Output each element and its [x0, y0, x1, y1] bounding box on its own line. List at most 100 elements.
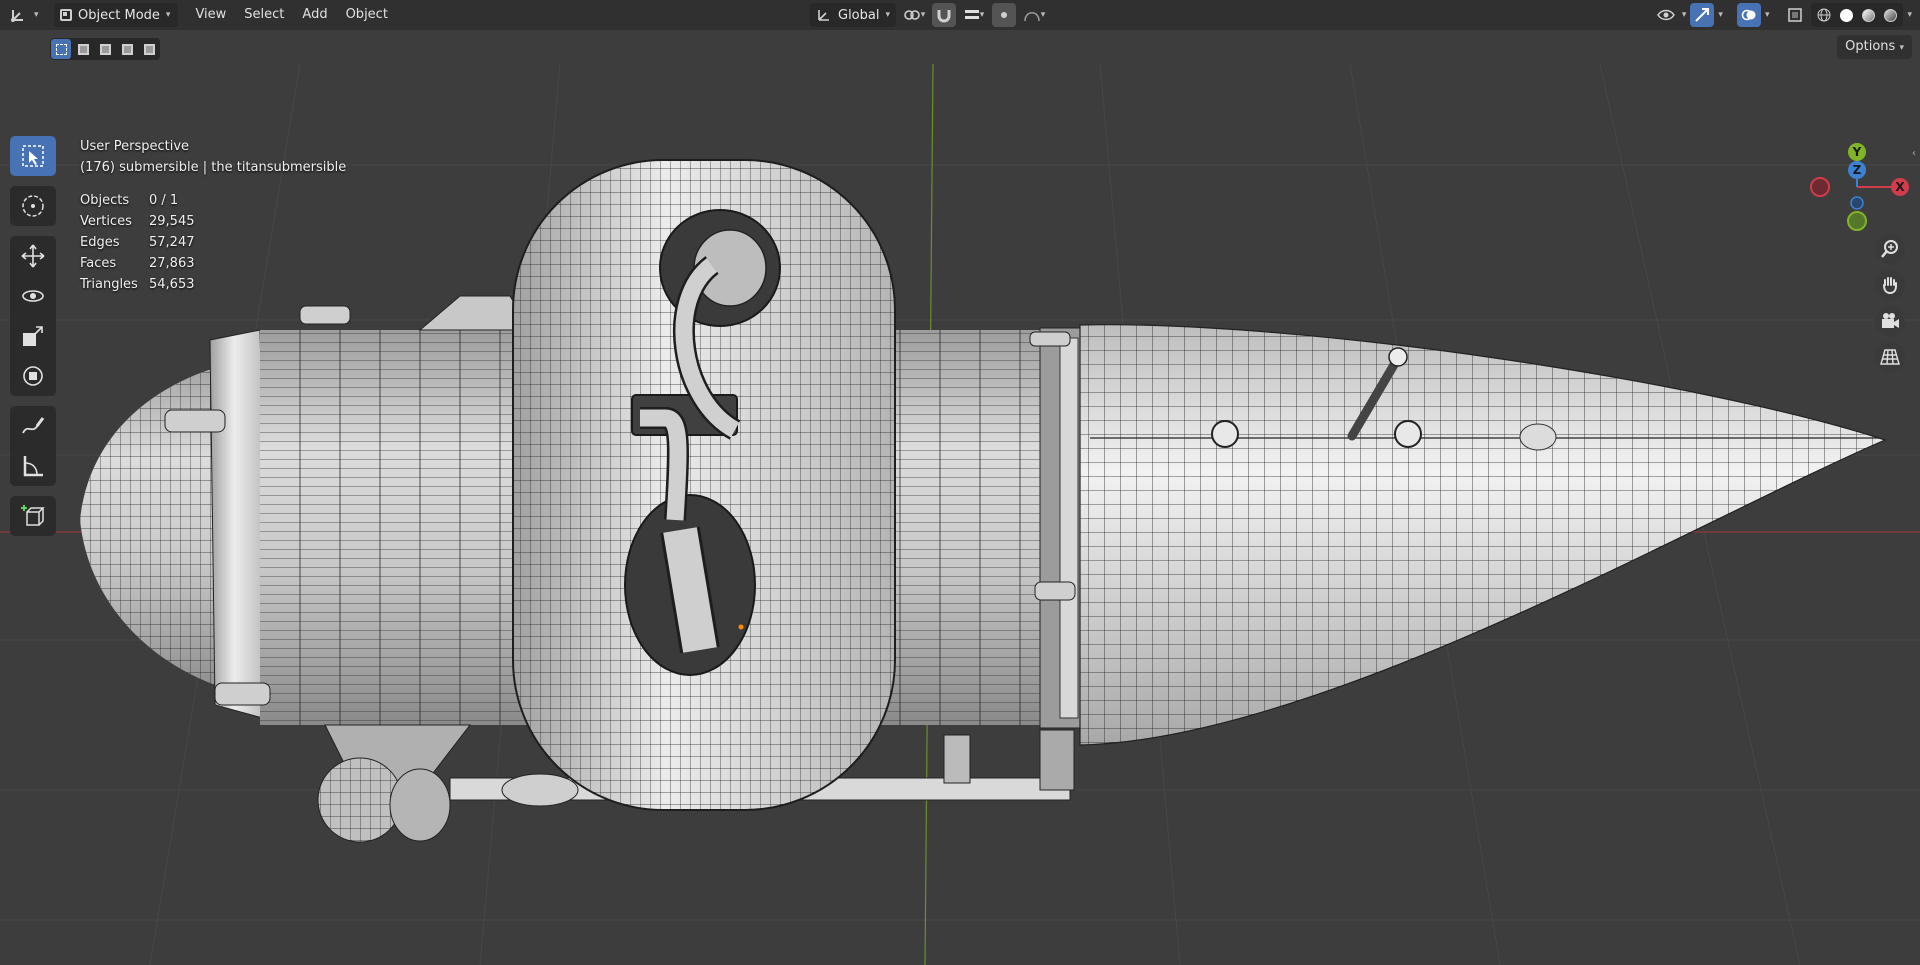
menu-select[interactable]: Select	[235, 3, 293, 27]
proportional-edit-toggle[interactable]	[992, 3, 1017, 27]
scene-statistics: Objects 0 / 1 Vertices 29,545 Edges 57,2…	[80, 190, 346, 295]
transform-icon	[23, 366, 43, 386]
solid-shading-button[interactable]	[1835, 3, 1857, 27]
cursor-tool[interactable]	[10, 186, 56, 226]
orientation-label: Global	[838, 7, 880, 23]
move-tool[interactable]	[10, 236, 56, 276]
perspective-toggle-button[interactable]	[1875, 342, 1905, 372]
measure-tool[interactable]	[10, 446, 56, 486]
navigation-gizmo[interactable]: X Y Z	[1810, 142, 1910, 232]
select-new-button[interactable]	[51, 39, 71, 59]
chevron-down-icon: ▾	[34, 10, 39, 20]
stat-value-vertices: 29,545	[149, 214, 195, 229]
annotate-tool[interactable]	[10, 406, 56, 446]
select-intersect-icon	[143, 43, 155, 55]
snap-target-dropdown[interactable]: ▾	[962, 3, 986, 27]
annotation-tools	[10, 406, 56, 486]
gizmo-neg-x-fill	[1812, 179, 1828, 195]
visibility-dropdown[interactable]	[1654, 3, 1678, 27]
solid-sphere-icon	[1839, 8, 1853, 22]
menu-view[interactable]: View	[186, 3, 235, 27]
select-extend-button[interactable]	[73, 39, 93, 59]
stat-value-edges: 57,247	[149, 235, 195, 250]
rotate-tool[interactable]	[10, 276, 56, 316]
overlays-toggle[interactable]	[1736, 3, 1761, 27]
scale-icon	[23, 326, 43, 346]
magnet-icon	[937, 10, 951, 23]
add-cube-icon	[21, 505, 45, 526]
move-icon	[21, 244, 45, 268]
navigation-buttons	[1875, 234, 1905, 372]
editor-type-button[interactable]: ▾	[10, 3, 48, 27]
camera-view-button[interactable]	[1875, 306, 1905, 336]
camera-icon	[1882, 313, 1899, 328]
chevron-down-icon: ▾	[1899, 43, 1904, 53]
grid-perspective-icon	[1880, 349, 1900, 365]
scale-tool[interactable]	[10, 316, 56, 356]
snap-toggle[interactable]	[932, 3, 957, 27]
rendered-shading-button[interactable]	[1879, 3, 1901, 27]
viewport-header: ▾ Object Mode ▾ View Select Add Object G…	[0, 0, 1920, 30]
zoom-button[interactable]	[1875, 234, 1905, 264]
annotate-icon	[22, 417, 45, 434]
snap-increment-icon	[964, 10, 979, 19]
material-shading-button[interactable]	[1857, 3, 1879, 27]
stat-value-faces: 27,863	[149, 256, 195, 271]
cursor-tools	[10, 186, 56, 226]
mode-dropdown[interactable]: Object Mode ▾	[54, 3, 179, 27]
xray-toggle[interactable]	[1783, 3, 1807, 27]
gizmo-toggle[interactable]	[1690, 3, 1715, 27]
select-box-tool[interactable]	[10, 136, 56, 176]
hand-pan-icon	[1883, 277, 1897, 295]
select-intersect-button[interactable]	[139, 39, 159, 59]
menu-add[interactable]: Add	[293, 3, 336, 27]
chevron-down-icon: ▾	[1681, 10, 1687, 20]
eye-icon	[1656, 9, 1675, 21]
wireframe-shading-button[interactable]	[1813, 3, 1835, 27]
overlay-circles-icon	[1741, 9, 1756, 21]
gizmo-z-label: Z	[1853, 163, 1862, 177]
select-extend-icon	[77, 43, 89, 55]
tool-settings-bar: Options ▾	[0, 30, 1920, 64]
menu-object[interactable]: Object	[337, 3, 397, 27]
pivot-link-icon	[903, 10, 920, 20]
options-dropdown[interactable]: Options ▾	[1837, 35, 1912, 59]
collection-info: (176) submersible | the titansubmersible	[80, 160, 347, 175]
pan-button[interactable]	[1875, 270, 1905, 300]
stat-label-faces: Faces	[80, 256, 117, 271]
stat-label-vertices: Vertices	[80, 214, 132, 229]
gizmo-neg-y[interactable]	[1847, 211, 1867, 231]
gizmo-arrow-icon	[1695, 8, 1710, 22]
tool-shelf	[10, 136, 56, 542]
add-cube-tool[interactable]	[10, 496, 56, 536]
editor-type-icon	[11, 10, 23, 22]
gizmo-neg-z[interactable]	[1850, 196, 1864, 210]
stat-label-triangles: Triangles	[80, 277, 138, 292]
select-box-icon	[22, 145, 44, 167]
3d-viewport[interactable]: User Perspective (176) submersible | the…	[0, 64, 1920, 965]
rendered-sphere-icon	[1883, 8, 1897, 22]
select-subtract-icon	[99, 43, 111, 55]
stat-value-triangles: 54,653	[149, 277, 195, 292]
submersible-model[interactable]	[80, 159, 1887, 843]
proportional-edit-icon	[1001, 12, 1008, 18]
transform-orientation-dropdown[interactable]: Global ▾	[810, 3, 897, 27]
select-new-icon	[55, 43, 67, 55]
pivot-point-button[interactable]: ▾	[902, 3, 926, 27]
rotate-icon	[22, 290, 44, 302]
orientation-axes-icon	[818, 10, 829, 21]
mode-label: Object Mode	[78, 7, 160, 23]
falloff-dropdown[interactable]: ▾	[1022, 3, 1046, 27]
select-invert-button[interactable]	[117, 39, 137, 59]
falloff-curve-icon	[1023, 11, 1040, 22]
material-sphere-icon	[1861, 8, 1875, 22]
transform-tools	[10, 236, 56, 396]
stat-label-edges: Edges	[80, 235, 120, 250]
wireframe-sphere-icon	[1817, 8, 1831, 22]
transform-tool[interactable]	[10, 356, 56, 396]
options-label: Options	[1845, 39, 1896, 54]
select-subtract-button[interactable]	[95, 39, 115, 59]
sidebar-expand-arrow[interactable]: ‹	[1912, 148, 1916, 159]
chevron-down-icon: ▾	[885, 10, 891, 20]
object-mode-icon	[60, 9, 72, 21]
